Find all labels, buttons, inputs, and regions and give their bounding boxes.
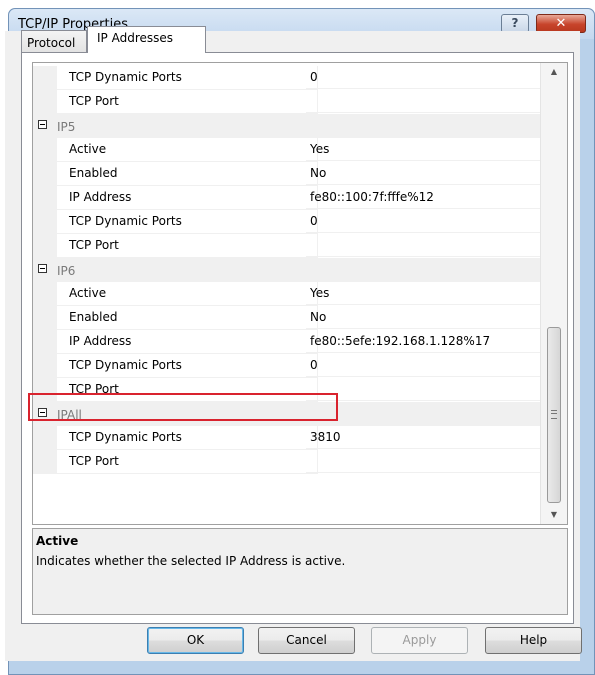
property-row[interactable]: TCP Dynamic Ports 0: [33, 210, 540, 234]
row-margin: [33, 450, 57, 474]
property-value[interactable]: No: [306, 162, 540, 185]
property-name: TCP Port: [57, 90, 318, 114]
property-value[interactable]: [306, 378, 540, 401]
collapse-minus-icon[interactable]: [38, 120, 47, 129]
property-name: Enabled: [57, 306, 318, 330]
property-row[interactable]: TCP Dynamic Ports 3810: [33, 426, 540, 450]
vertical-scrollbar[interactable]: ▲ ▼: [540, 63, 567, 524]
property-name: TCP Port: [57, 234, 318, 258]
property-value[interactable]: 0: [306, 210, 540, 233]
property-grid: TCP Dynamic Ports 0 TCP Port IP5 Active Yes En…: [32, 62, 568, 525]
tab-ip-addresses[interactable]: IP Addresses: [87, 26, 206, 53]
help-button[interactable]: Help: [485, 627, 582, 654]
row-margin: [33, 282, 57, 306]
property-name: Active: [57, 282, 318, 306]
category-row[interactable]: IP5: [33, 114, 540, 138]
property-rows: TCP Dynamic Ports 0 TCP Port IP5 Active Yes En…: [33, 66, 540, 474]
property-row[interactable]: TCP Port: [33, 234, 540, 258]
property-name: TCP Port: [57, 450, 318, 474]
property-row[interactable]: Active Yes: [33, 282, 540, 306]
tab-protocol-label: Protocol: [27, 36, 76, 50]
category-label: IPAll: [57, 408, 82, 422]
property-value[interactable]: Yes: [306, 138, 540, 161]
row-margin: [33, 210, 57, 234]
row-margin: [33, 162, 57, 186]
property-row[interactable]: TCP Dynamic Ports 0: [33, 354, 540, 378]
grip-icon: [551, 410, 557, 419]
property-value[interactable]: fe80::5efe:192.168.1.128%17: [306, 330, 540, 353]
property-row[interactable]: TCP Dynamic Ports 0: [33, 66, 540, 90]
property-row[interactable]: TCP Port: [33, 450, 540, 474]
question-mark-icon: ?: [511, 16, 519, 30]
apply-button[interactable]: Apply: [371, 627, 468, 654]
row-margin: [33, 138, 57, 162]
property-value[interactable]: [306, 234, 540, 257]
property-name: TCP Dynamic Ports: [57, 354, 318, 378]
cancel-button[interactable]: Cancel: [258, 627, 355, 654]
category-label: IP6: [57, 264, 76, 278]
description-text: Indicates whether the selected IP Addres…: [36, 554, 346, 568]
scroll-down-button[interactable]: ▼: [541, 506, 567, 524]
property-name: IP Address: [57, 330, 318, 354]
row-margin: [33, 234, 57, 258]
property-row[interactable]: TCP Port: [33, 90, 540, 114]
description-panel: Active Indicates whether the selected IP…: [32, 528, 568, 615]
row-margin: [33, 90, 57, 114]
property-name: TCP Dynamic Ports: [57, 66, 318, 90]
scroll-up-button[interactable]: ▲: [541, 63, 567, 81]
property-value[interactable]: 3810: [306, 426, 540, 449]
property-name: IP Address: [57, 186, 318, 210]
property-value[interactable]: fe80::100:7f:fffe%12: [306, 186, 540, 209]
collapse-minus-icon[interactable]: [38, 408, 47, 417]
property-value[interactable]: No: [306, 306, 540, 329]
property-row[interactable]: TCP Port: [33, 378, 540, 402]
tab-protocol[interactable]: Protocol: [21, 30, 87, 52]
collapse-minus-icon[interactable]: [38, 264, 47, 273]
category-label: IP5: [57, 120, 76, 134]
property-row[interactable]: Enabled No: [33, 162, 540, 186]
property-row[interactable]: IP Address fe80::100:7f:fffe%12: [33, 186, 540, 210]
ok-button[interactable]: OK: [147, 627, 244, 654]
description-title: Active: [36, 534, 79, 548]
property-value[interactable]: [306, 450, 540, 473]
property-value[interactable]: 0: [306, 66, 540, 89]
close-icon: ✕: [555, 16, 567, 31]
row-margin: [33, 354, 57, 378]
scroll-up-arrow-icon: ▲: [550, 67, 558, 76]
property-row[interactable]: Active Yes: [33, 138, 540, 162]
row-margin: [33, 378, 57, 402]
scroll-down-arrow-icon: ▼: [550, 510, 558, 519]
property-name: Active: [57, 138, 318, 162]
property-row[interactable]: IP Address fe80::5efe:192.168.1.128%17: [33, 330, 540, 354]
property-value[interactable]: [306, 90, 540, 113]
row-margin: [33, 306, 57, 330]
property-name: TCP Port: [57, 378, 318, 402]
property-name: Enabled: [57, 162, 318, 186]
row-margin: [33, 186, 57, 210]
category-row[interactable]: IPAll: [33, 402, 540, 426]
row-margin: [33, 426, 57, 450]
category-row[interactable]: IP6: [33, 258, 540, 282]
property-value[interactable]: 0: [306, 354, 540, 377]
property-name: TCP Dynamic Ports: [57, 426, 318, 450]
property-value[interactable]: Yes: [306, 282, 540, 305]
row-margin: [33, 330, 57, 354]
row-margin: [33, 66, 57, 90]
scrollbar-thumb[interactable]: [547, 327, 561, 503]
property-name: TCP Dynamic Ports: [57, 210, 318, 234]
tab-ip-addresses-label: IP Addresses: [97, 31, 174, 45]
property-row[interactable]: Enabled No: [33, 306, 540, 330]
